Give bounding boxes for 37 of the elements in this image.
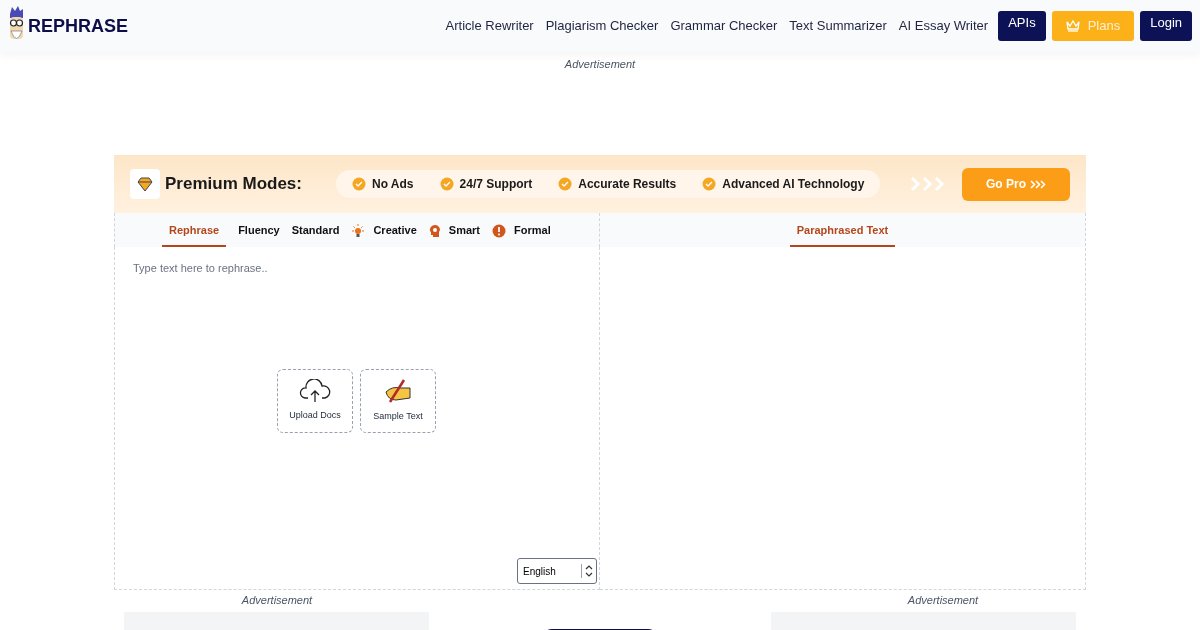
nav-link[interactable]: Plagiarism Checker [545, 16, 659, 36]
header-button[interactable]: APIs [998, 11, 1046, 41]
badge-check-icon [558, 177, 573, 191]
nav-link[interactable]: Grammar Checker [670, 16, 778, 36]
nav-link[interactable]: AI Essay Writer [898, 16, 989, 36]
feature-label: Accurate Results [578, 176, 677, 193]
mode-tab[interactable]: Creative [373, 215, 417, 247]
action-button[interactable]: Upload Docs [277, 369, 353, 433]
alert-icon [492, 224, 506, 238]
up-down-chevron-icon [585, 565, 593, 577]
head-icon [428, 224, 441, 238]
mode-tab[interactable]: Standard [291, 215, 340, 247]
header-button[interactable]: Login [1140, 11, 1192, 41]
logo-text[interactable]: REPHRASE [28, 12, 129, 40]
chevrons-icon [1030, 180, 1046, 190]
advertisement-label: Advertisement [563, 57, 637, 71]
hand-writing-icon [382, 378, 414, 405]
badge-check-icon [352, 177, 366, 191]
mode-tab[interactable]: Smart [448, 215, 480, 247]
mode-tab[interactable]: Fluency [238, 215, 280, 247]
crown-icon [1065, 20, 1080, 32]
feature-label: No Ads [372, 176, 414, 193]
mode-tab[interactable]: Formal [514, 215, 551, 247]
nav-link[interactable]: Article Rewriter [445, 16, 534, 36]
language-select[interactable]: English [517, 558, 597, 584]
nav-link[interactable]: Text Summarizer [789, 16, 887, 36]
badge-check-icon [439, 177, 454, 191]
advertisement-label: Advertisement [907, 593, 979, 608]
cloud-upload-icon [299, 379, 331, 404]
advertisement-label: Advertisement [241, 593, 313, 608]
mode-tab[interactable]: Rephrase [162, 215, 227, 247]
action-button[interactable]: Sample Text [360, 369, 436, 433]
lightbulb-icon [351, 224, 366, 238]
feature-label: 24/7 Support [459, 176, 533, 193]
feature-label: Advanced AI Technology [722, 176, 865, 193]
premium-title: Premium Modes: [165, 173, 302, 196]
badge-check-icon [702, 177, 717, 191]
